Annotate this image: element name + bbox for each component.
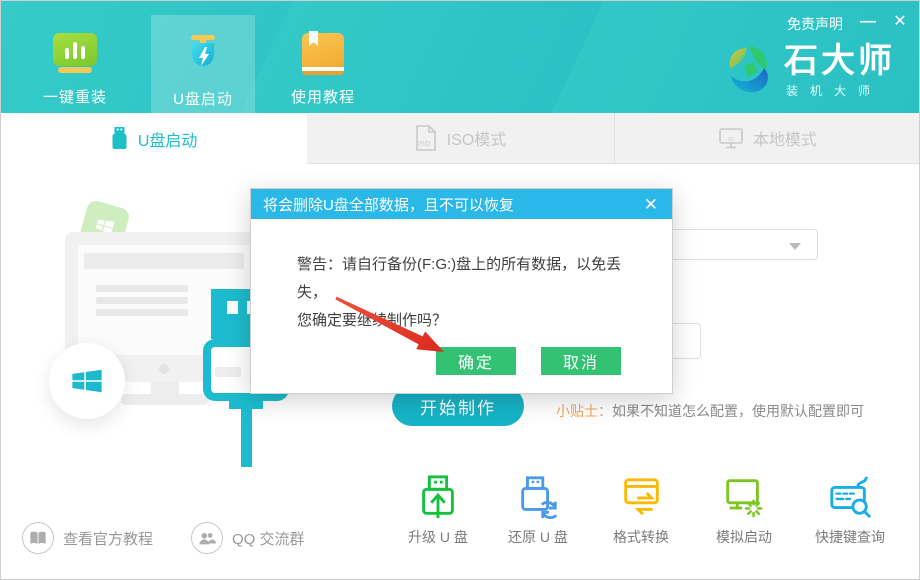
nav-item-usb-boot[interactable]: U盘启动	[151, 15, 255, 113]
tool-format-convert[interactable]: 格式转换	[593, 474, 689, 547]
warning-dialog: 将会删除U盘全部数据，且不可以恢复 ✕ 警告：请自行备份(F:G:)盘上的所有数…	[250, 188, 673, 394]
dialog-header: 将会删除U盘全部数据，且不可以恢复 ✕	[251, 189, 672, 219]
chevron-down-icon	[789, 243, 801, 250]
tool-restore-usb[interactable]: 还原 U 盘	[490, 474, 586, 547]
tab-label: U盘启动	[138, 127, 198, 151]
nav-label: 使用教程	[291, 86, 355, 107]
usb-restore-icon	[515, 474, 561, 520]
main-nav: 一键重装 U盘启动	[23, 1, 375, 113]
chart-monitor-icon	[51, 31, 99, 77]
nav-item-tutorial[interactable]: 使用教程	[271, 1, 375, 113]
tab-iso-mode[interactable]: ISO ISO模式	[307, 113, 613, 164]
tip-text: 小贴士：如果不知道怎么配置，使用默认配置即可	[556, 401, 864, 421]
monitor-stand	[151, 382, 179, 394]
windows-flag-icon	[69, 363, 105, 399]
official-tutorial-link[interactable]: 查看官方教程	[22, 522, 153, 554]
nav-item-reinstall[interactable]: 一键重装	[23, 1, 127, 113]
tab-usb-boot[interactable]: U盘启动	[1, 113, 307, 164]
tip-label: 小贴士：	[556, 403, 612, 419]
link-label: 查看官方教程	[63, 528, 153, 549]
hotkey-search-icon	[827, 474, 873, 520]
svg-text:ISO: ISO	[418, 141, 431, 148]
usb-drive-icon	[111, 127, 128, 150]
dialog-title: 将会删除U盘全部数据，且不可以恢复	[263, 194, 642, 215]
open-book-icon	[22, 522, 54, 554]
usb-illustration-cable	[241, 407, 252, 467]
tool-hotkey-query[interactable]: 快捷键查询	[802, 474, 898, 547]
tool-upgrade-usb[interactable]: 升级 U 盘	[390, 474, 486, 547]
nav-label: 一键重装	[43, 86, 107, 107]
minimize-button[interactable]: —	[857, 11, 879, 33]
tool-label: 升级 U 盘	[408, 527, 468, 547]
monitor-base	[121, 394, 209, 405]
brand-title: 石大师	[784, 43, 895, 79]
usb-illustration-slot	[215, 367, 241, 377]
format-convert-icon	[618, 474, 664, 520]
brand-logo-icon	[724, 44, 774, 98]
tab-label: 本地模式	[753, 126, 817, 150]
dialog-message-line1: 警告：请自行备份(F:G:)盘上的所有数据，以免丢失，	[297, 251, 648, 307]
tool-label: 快捷键查询	[815, 527, 885, 547]
simulate-boot-icon	[721, 474, 767, 520]
windows-logo-badge	[49, 343, 125, 419]
qq-group-link[interactable]: QQ 交流群	[191, 522, 305, 554]
brand-logo: 石大师 装机大师	[724, 43, 895, 99]
app-header: 一键重装 U盘启动	[1, 1, 920, 113]
tab-local-mode[interactable]: 本地模式	[614, 113, 920, 164]
dialog-message: 警告：请自行备份(F:G:)盘上的所有数据，以免丢失， 您确定要继续制作吗？	[297, 251, 648, 335]
monitor-icon	[719, 128, 743, 149]
usb-upgrade-icon	[415, 474, 461, 520]
close-button[interactable]: ✕	[889, 11, 911, 33]
tool-label: 模拟启动	[716, 527, 772, 547]
cancel-button[interactable]: 取消	[541, 347, 621, 375]
tab-label: ISO模式	[447, 126, 507, 150]
tool-simulate-boot[interactable]: 模拟启动	[696, 474, 792, 547]
people-group-icon	[191, 522, 223, 554]
tool-label: 还原 U 盘	[508, 527, 568, 547]
mode-tabbar: U盘启动 ISO ISO模式 本地模式	[1, 113, 920, 164]
dialog-message-line2: 您确定要继续制作吗？	[297, 307, 648, 335]
brand-subtitle: 装机大师	[784, 82, 895, 99]
link-label: QQ 交流群	[232, 528, 305, 549]
dialog-close-icon[interactable]: ✕	[642, 196, 660, 213]
app-window: 一键重装 U盘启动	[0, 0, 920, 580]
nav-label: U盘启动	[173, 88, 233, 109]
disclaimer-link[interactable]: 免责声明	[787, 14, 843, 34]
tip-body: 如果不知道怎么配置，使用默认配置即可	[612, 403, 864, 419]
confirm-button[interactable]: 确定	[436, 347, 516, 375]
tool-label: 格式转换	[613, 527, 669, 547]
iso-file-icon: ISO	[415, 125, 437, 151]
shield-bolt-icon	[179, 33, 227, 79]
book-icon	[299, 31, 347, 77]
